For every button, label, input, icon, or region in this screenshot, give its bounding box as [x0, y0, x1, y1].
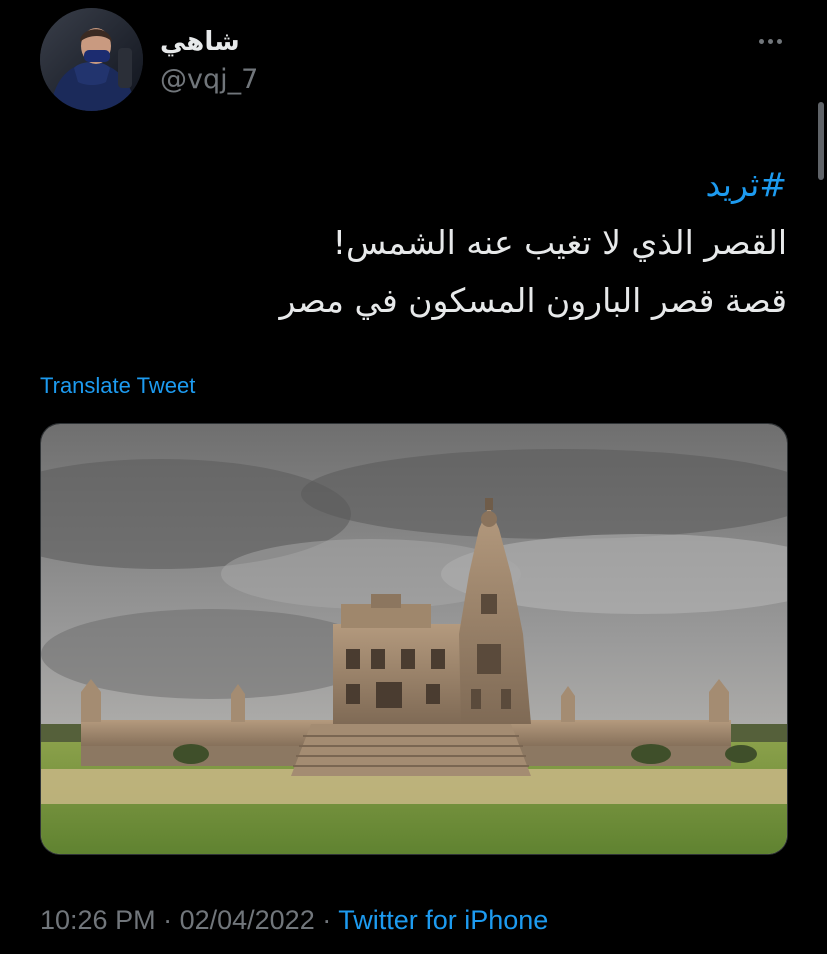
more-options-button[interactable] — [748, 26, 792, 56]
author-display-name[interactable]: شاهي — [160, 24, 240, 60]
tweet-line-1: القصر الذي لا تغيب عنه الشمس! — [332, 223, 787, 262]
tweet-media-image[interactable] — [40, 423, 788, 855]
avatar-image — [40, 8, 143, 111]
scrollbar[interactable] — [818, 102, 824, 180]
tweet-source-link[interactable]: Twitter for iPhone — [338, 905, 548, 935]
avatar[interactable] — [40, 8, 143, 111]
palace-photo — [41, 424, 787, 854]
author-handle[interactable]: @vqj_7 — [160, 62, 258, 98]
more-horizontal-icon — [758, 38, 782, 44]
translate-tweet-link[interactable]: Translate Tweet — [40, 370, 195, 402]
tweet-text: #ثريد القصر الذي لا تغيب عنه الشمس! قصة … — [87, 156, 787, 330]
meta-separator: · — [155, 905, 180, 935]
meta-separator: · — [314, 905, 339, 935]
tweet-time[interactable]: 10:26 PM — [40, 905, 156, 935]
tweet-line-2: قصة قصر البارون المسكون في مصر — [279, 281, 787, 320]
hashtag-link[interactable]: #ثريد — [705, 165, 787, 204]
tweet-date[interactable]: 02/04/2022 — [180, 905, 315, 935]
tweet-meta: 10:26 PM · 02/04/2022 · Twitter for iPho… — [40, 900, 548, 940]
